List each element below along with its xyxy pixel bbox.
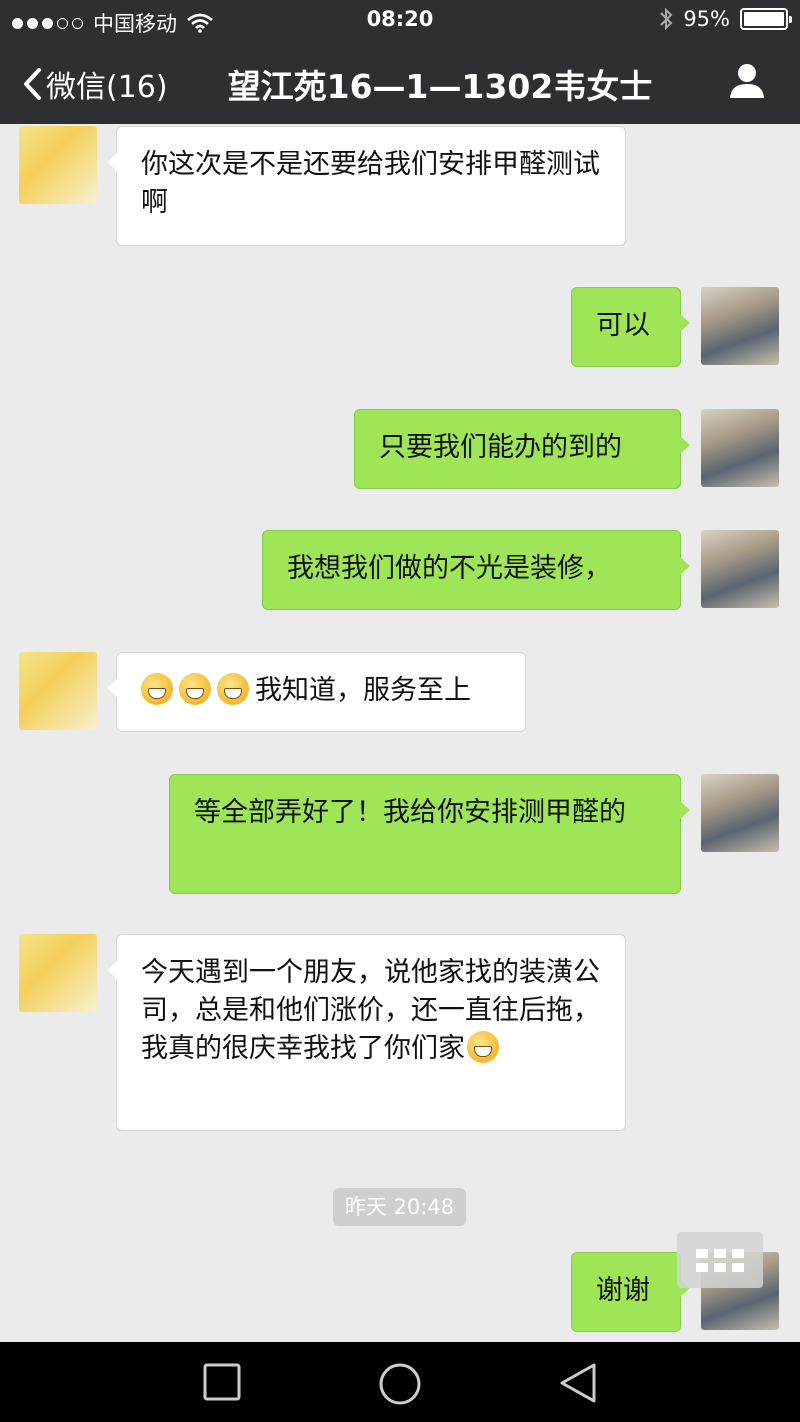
message-text: 我知道，服务至上	[255, 675, 471, 706]
message-text: 谢谢	[596, 1275, 650, 1306]
outgoing-message[interactable]: 等全部弄好了！我给你安排测甲醛的	[169, 774, 690, 894]
grid-cell-icon	[696, 1262, 708, 1272]
circle-icon	[379, 1363, 421, 1405]
recent-apps-button[interactable]	[202, 1362, 242, 1406]
chevron-left-icon	[24, 68, 41, 100]
chat-title: 望江苑16—1—1302韦女士	[227, 67, 653, 106]
grid-cell-icon	[732, 1248, 744, 1258]
message-list[interactable]: 你这次是不是还要给我们安排甲醛测试啊 可以 只要我们能办的到的 我想我们做的不光…	[0, 124, 800, 1342]
outgoing-message[interactable]: 可以	[571, 287, 690, 367]
battery-icon	[740, 8, 792, 30]
message-text: 你这次是不是还要给我们安排甲醛测试啊	[141, 149, 600, 218]
message-text: 我想我们做的不光是装修，	[287, 553, 611, 584]
status-right: 95%	[659, 7, 792, 31]
my-avatar[interactable]	[701, 774, 779, 852]
bluetooth-icon	[660, 7, 673, 31]
square-icon	[203, 1363, 241, 1401]
back-button[interactable]: 微信(16)	[22, 62, 168, 106]
grid-cell-icon	[714, 1262, 726, 1272]
grin-emoji-icon	[217, 673, 249, 705]
grid-cell-icon	[732, 1262, 744, 1272]
back-label: 微信(16)	[46, 70, 168, 105]
contact-avatar[interactable]	[19, 126, 97, 204]
system-navigation-bar	[0, 1342, 800, 1422]
contact-profile-button[interactable]	[728, 62, 766, 104]
person-icon	[730, 64, 764, 98]
message-text: 可以	[596, 310, 650, 341]
contact-avatar[interactable]	[19, 652, 97, 730]
grid-cell-icon	[696, 1248, 708, 1258]
incoming-message[interactable]: 你这次是不是还要给我们安排甲醛测试啊	[107, 126, 626, 246]
status-bar: 中国移动 08:20 95%	[0, 0, 800, 40]
timestamp-badge: 昨天 20:48	[333, 1188, 466, 1226]
my-avatar[interactable]	[701, 409, 779, 487]
chat-screen: 中国移动 08:20 95% 微信(16) 望江苑16—1—1302韦女士 你这…	[0, 0, 800, 1422]
my-avatar[interactable]	[701, 530, 779, 608]
message-text: 今天遇到一个朋友，说他家找的装潢公司，总是和他们涨价，还一直往后拖，我真的很庆幸…	[141, 957, 600, 1064]
grid-cell-icon	[714, 1248, 726, 1258]
incoming-message[interactable]: 今天遇到一个朋友，说他家找的装潢公司，总是和他们涨价，还一直往后拖，我真的很庆幸…	[107, 934, 626, 1131]
incoming-message[interactable]: 我知道，服务至上	[107, 652, 526, 732]
grin-emoji-icon	[179, 673, 211, 705]
contact-avatar[interactable]	[19, 934, 97, 1012]
back-nav-button[interactable]	[558, 1362, 598, 1408]
grin-emoji-icon	[141, 673, 173, 705]
outgoing-message[interactable]: 我想我们做的不光是装修，	[262, 530, 690, 610]
message-text: 等全部弄好了！我给你安排测甲醛的	[194, 797, 626, 828]
thinking-emoji-icon	[467, 1031, 499, 1063]
outgoing-message[interactable]: 只要我们能办的到的	[354, 409, 690, 489]
message-text: 只要我们能办的到的	[379, 432, 622, 463]
battery-percent: 95%	[683, 7, 730, 31]
outgoing-message[interactable]: 谢谢	[571, 1252, 690, 1332]
chat-header: 微信(16) 望江苑16—1—1302韦女士	[0, 40, 800, 124]
home-button[interactable]	[378, 1362, 422, 1410]
keyboard-toggle-button[interactable]	[677, 1232, 763, 1288]
my-avatar[interactable]	[701, 287, 779, 365]
triangle-back-icon	[560, 1363, 596, 1403]
